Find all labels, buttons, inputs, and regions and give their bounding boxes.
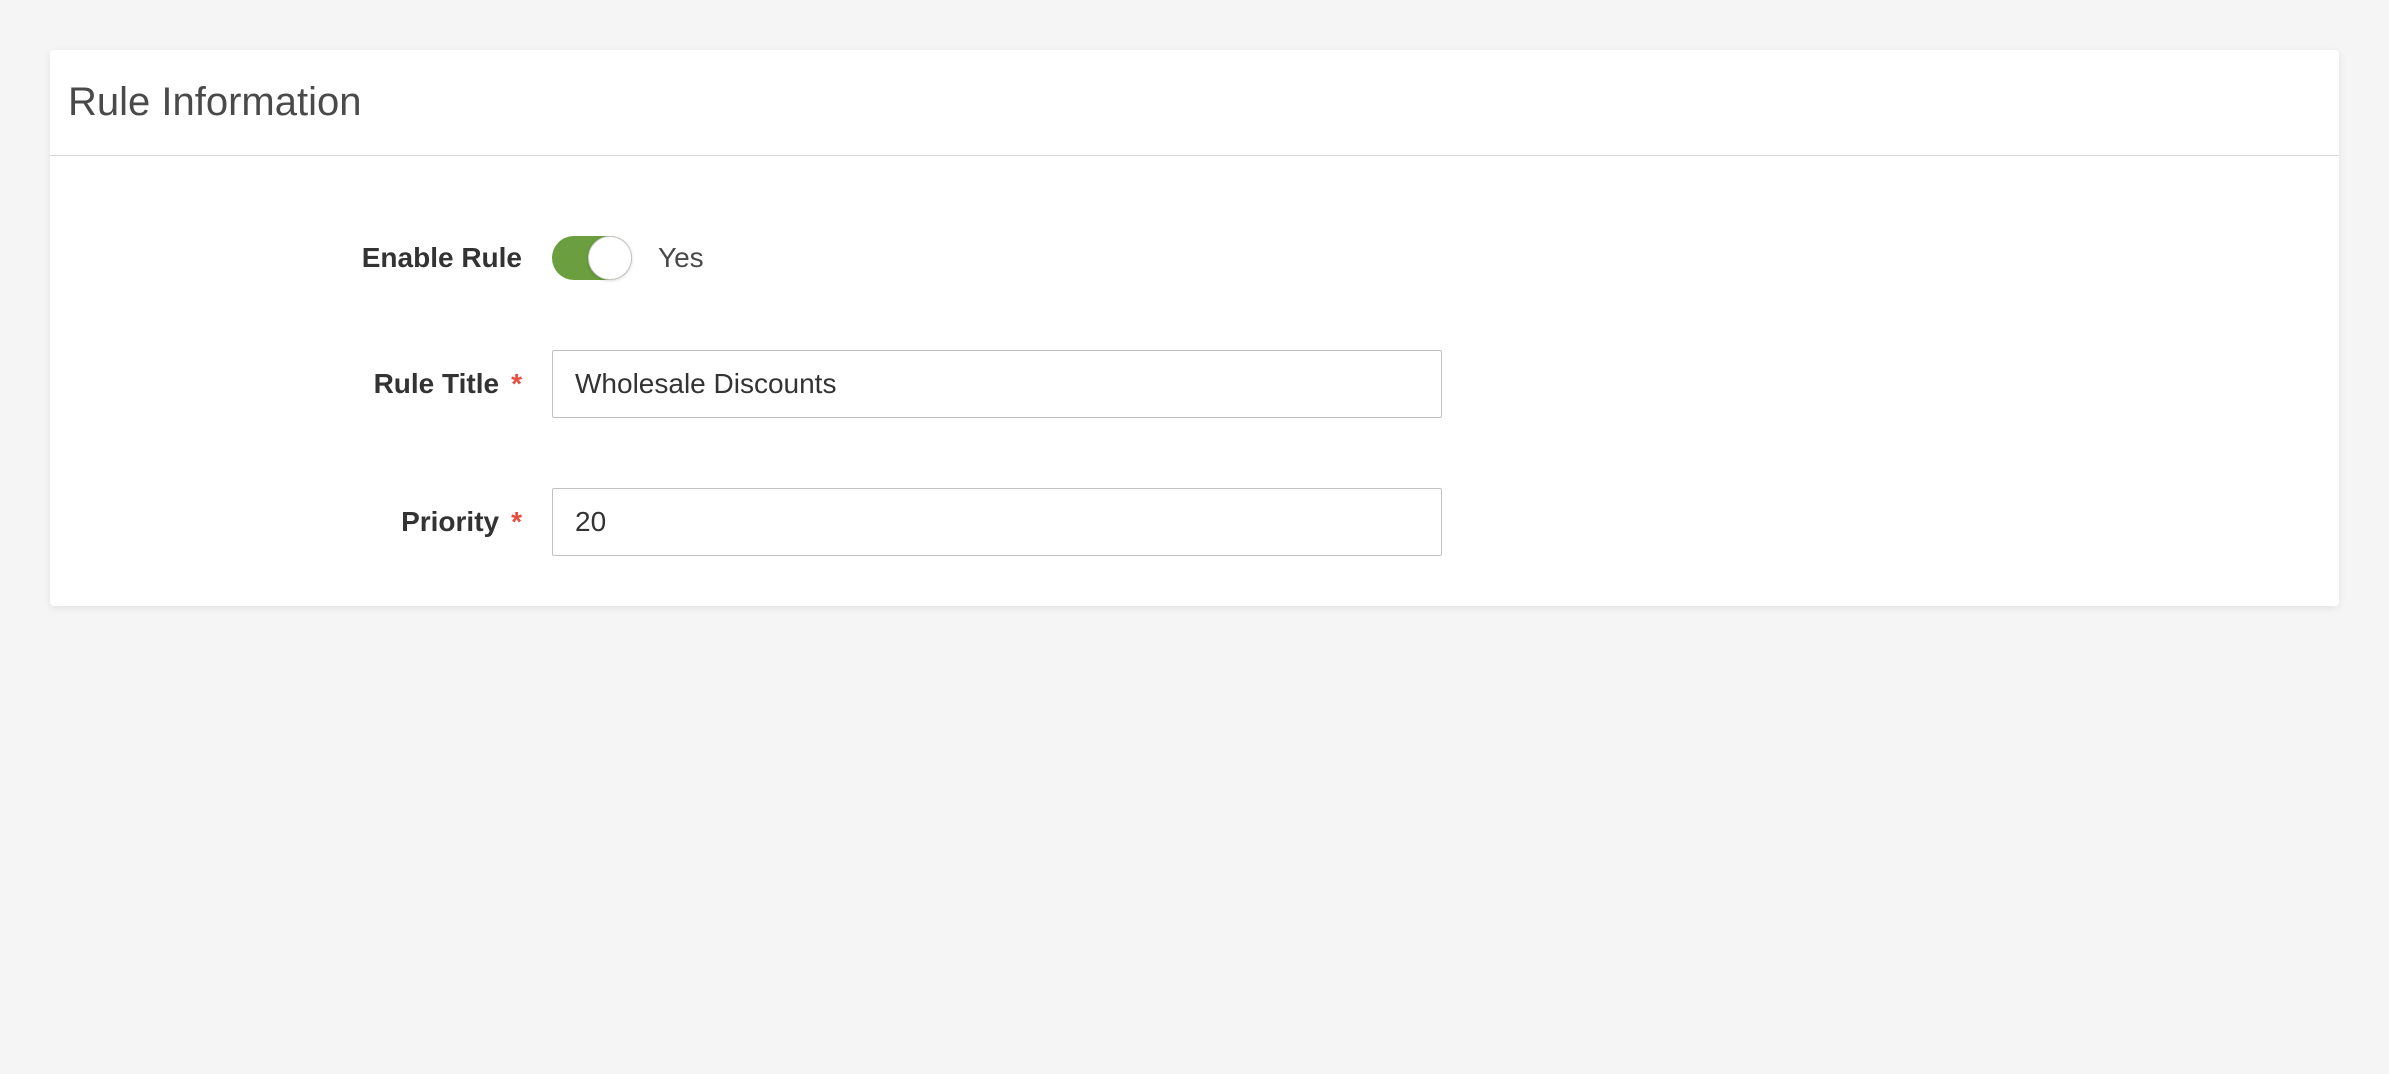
priority-label-text: Priority bbox=[401, 506, 499, 538]
rule-title-row: Rule Title * bbox=[100, 350, 2289, 418]
enable-rule-control: Yes bbox=[540, 236, 2289, 280]
enable-rule-toggle[interactable] bbox=[552, 236, 632, 280]
required-asterisk-icon: * bbox=[511, 506, 522, 538]
rule-title-label: Rule Title * bbox=[100, 368, 540, 400]
rule-title-input[interactable] bbox=[552, 350, 1442, 418]
toggle-knob bbox=[588, 236, 632, 280]
rule-information-panel: Rule Information Enable Rule Yes Rule Ti… bbox=[50, 50, 2339, 606]
panel-body: Enable Rule Yes Rule Title * Priority * bbox=[50, 156, 2339, 606]
priority-input[interactable] bbox=[552, 488, 1442, 556]
panel-header: Rule Information bbox=[50, 50, 2339, 156]
enable-rule-value-label: Yes bbox=[658, 242, 704, 274]
panel-title: Rule Information bbox=[68, 80, 2309, 125]
required-asterisk-icon: * bbox=[511, 368, 522, 400]
priority-label: Priority * bbox=[100, 506, 540, 538]
rule-title-label-text: Rule Title bbox=[374, 368, 500, 400]
rule-title-control bbox=[540, 350, 2289, 418]
priority-row: Priority * bbox=[100, 488, 2289, 556]
enable-rule-label-text: Enable Rule bbox=[362, 242, 522, 274]
enable-rule-label: Enable Rule bbox=[100, 242, 540, 274]
enable-rule-row: Enable Rule Yes bbox=[100, 236, 2289, 280]
priority-control bbox=[540, 488, 2289, 556]
